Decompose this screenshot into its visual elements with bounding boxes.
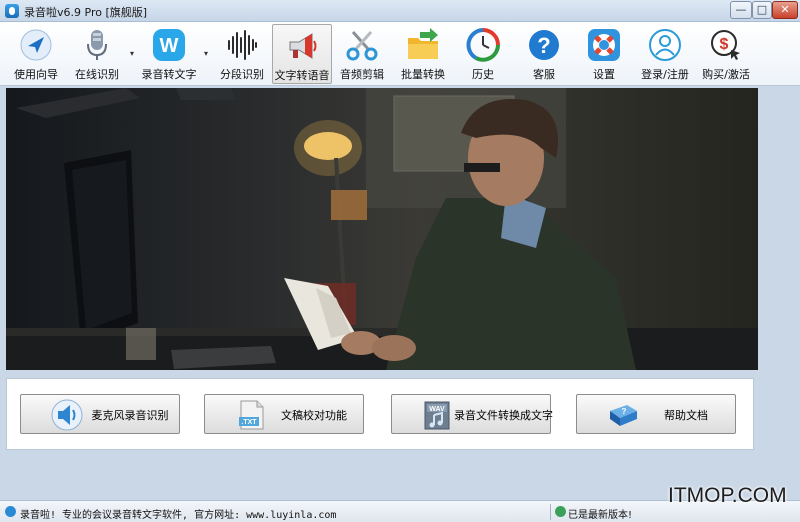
speaker-icon [51,399,83,431]
w-logo-icon: W [153,29,185,61]
help-book-icon: ? [610,405,637,426]
svg-text:$: $ [720,36,729,53]
toolbar-label: 录音转文字 [141,68,197,81]
toolbar-label: 文字转语音 [274,69,330,82]
feature-panel: 麦克风录音识别 .TXT 文稿校对功能 WAV 录音文件转换成文字 ? 帮助文档 [6,378,754,450]
toolbar-online-recognition-button[interactable]: 在线识别 [70,24,124,84]
watermark-text: ITMOP.COM [668,484,787,507]
toolbar-text-to-speech-button[interactable]: 文字转语音 [272,24,332,84]
toolbar-wizard-button[interactable]: 使用向导 [8,24,64,84]
toolbar-audio-edit-button[interactable]: 音频剪辑 [336,24,388,84]
toolbar-label: 分段识别 [220,68,264,81]
toolbar-label: 批量转换 [401,68,445,81]
minimize-button[interactable]: — [730,1,752,19]
status-message: 录音啦! 专业的会议录音转文字软件, 官方网址: www.luyinla.com [20,510,337,521]
title-bar: 录音啦v6.9 Pro [旗舰版] — □ ✕ [0,0,800,22]
toolbar-support-button[interactable]: ? 客服 [518,24,570,84]
wav-file-icon: WAV [424,401,450,430]
svg-text:?: ? [537,33,550,58]
feature-label: 麦克风录音识别 [91,409,169,422]
proofreading-button[interactable]: .TXT 文稿校对功能 [204,394,364,434]
lifebuoy-icon [588,29,620,61]
microphone-icon [87,30,107,60]
window-title: 录音啦v6.9 Pro [旗舰版] [24,6,148,19]
toolbar-label: 音频剪辑 [340,68,384,81]
dollar-cursor-icon: $ [711,30,740,60]
toolbar-history-button[interactable]: 历史 [458,24,508,84]
svg-text:?: ? [622,407,627,416]
audio-file-to-text-button[interactable]: WAV 录音文件转换成文字 [391,394,553,434]
toolbar-settings-button[interactable]: 设置 [578,24,630,84]
hero-banner-image [6,88,758,370]
svg-text:.TXT: .TXT [241,419,257,426]
feature-label: 录音文件转换成文字 [454,409,553,422]
audio-to-text-dropdown[interactable]: ▾ [202,49,210,58]
help-question-icon: ? [529,30,559,60]
scissors-icon [346,31,378,61]
maximize-button[interactable]: □ [752,1,772,19]
toolbar-label: 登录/注册 [641,68,689,81]
history-clock-icon [466,28,500,62]
mic-recording-recognition-button[interactable]: 麦克风录音识别 [20,394,180,434]
app-status-icon [5,506,16,517]
feature-label: 帮助文档 [664,409,708,422]
help-documents-button[interactable]: ? 帮助文档 [576,394,736,434]
toolbar-audio-to-text-button[interactable]: W 录音转文字 [140,24,198,84]
toolbar-batch-convert-button[interactable]: 批量转换 [396,24,450,84]
app-logo-icon [5,4,19,18]
close-button[interactable]: ✕ [772,1,798,19]
update-ok-icon [555,506,566,517]
status-divider [550,504,551,520]
online-recognition-dropdown[interactable]: ▾ [128,49,136,58]
folder-arrow-icon [408,28,438,59]
man-reading-document-illustration [6,88,758,370]
update-status: 已是最新版本! [568,510,633,521]
megaphone-icon [289,33,317,59]
txt-file-icon: .TXT [239,400,264,430]
main-toolbar: 使用向导 在线识别 ▾ W 录音转文字 ▾ 分段识别 文字转语音 音频剪辑 批量… [0,22,800,86]
toolbar-label: 设置 [593,68,615,81]
toolbar-label: 使用向导 [14,68,58,81]
feature-label: 文稿校对功能 [281,409,347,422]
toolbar-segment-recognition-button[interactable]: 分段识别 [214,24,270,84]
toolbar-purchase-button[interactable]: $ 购买/激活 [700,24,752,84]
toolbar-label: 客服 [533,68,555,81]
navigation-arrow-icon [20,29,52,61]
user-icon [649,29,681,61]
toolbar-label: 历史 [472,68,494,81]
svg-text:W: W [160,35,179,57]
waveform-icon [228,30,257,60]
toolbar-login-button[interactable]: 登录/注册 [638,24,692,84]
toolbar-label: 购买/激活 [702,68,750,81]
toolbar-label: 在线识别 [75,68,119,81]
